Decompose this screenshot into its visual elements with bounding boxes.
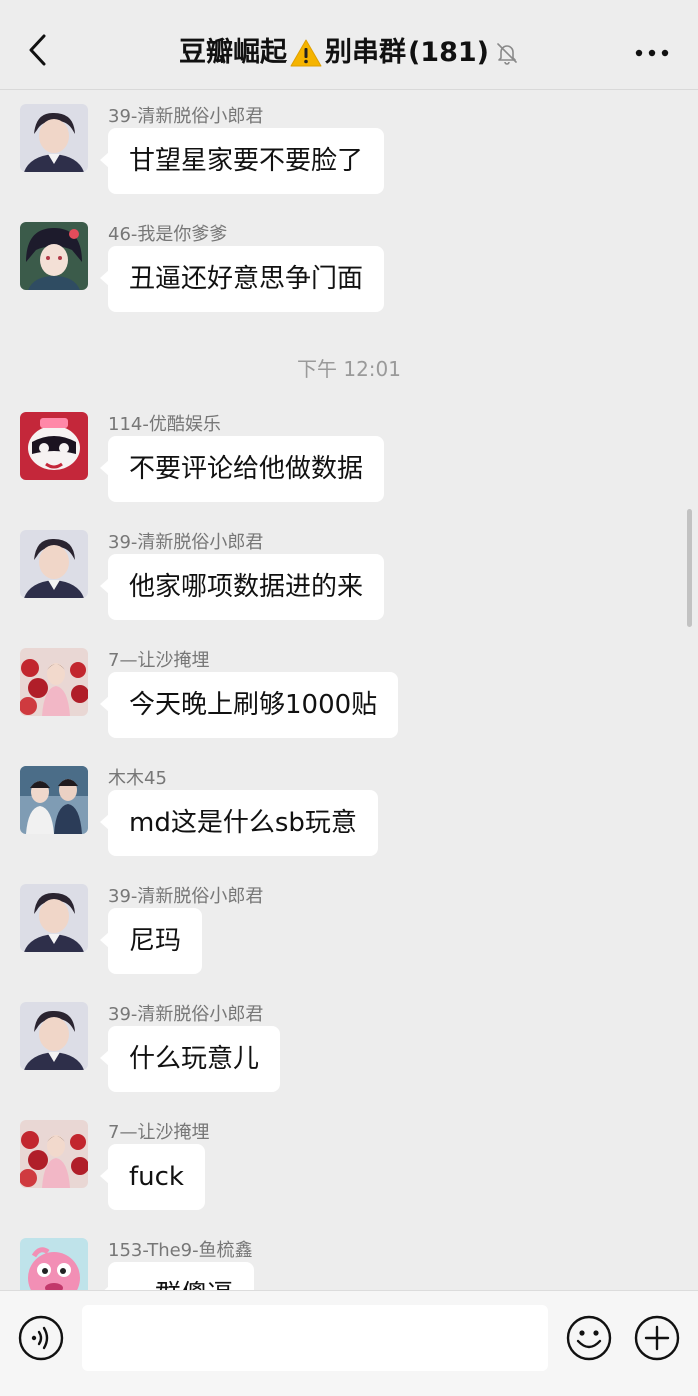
message-item: 39-清新脱俗小郎君 尼玛	[0, 874, 698, 974]
chat-message-list[interactable]: 39-清新脱俗小郎君 甘望星家要不要脸了 46-我是你爹爹 丑逼还好意思争门面 …	[0, 91, 698, 1290]
input-bar	[0, 1290, 698, 1396]
sender-name: 46-我是你爹爹	[108, 224, 228, 245]
message-item: 39-清新脱俗小郎君 甘望星家要不要脸了	[0, 94, 698, 194]
man-portrait-avatar[interactable]	[20, 104, 88, 172]
message-bubble[interactable]: 丑逼还好意思争门面	[99, 246, 385, 312]
message-bubble[interactable]: 不要评论给他做数据	[99, 436, 385, 502]
title-text-suffix: 别串群	[324, 37, 406, 68]
message-item: 7—让沙掩埋 fuck	[0, 1110, 698, 1210]
member-count: (181)	[407, 37, 490, 68]
sender-name: 39-清新脱俗小郎君	[108, 532, 264, 553]
more-dots-icon	[635, 49, 669, 57]
man-portrait-avatar[interactable]	[20, 884, 88, 952]
sender-name: 7—让沙掩埋	[108, 650, 210, 671]
chat-title: 豆瓣崛起 别串群 (181)	[0, 34, 698, 72]
pink-monster-avatar[interactable]	[20, 1238, 88, 1290]
message-bubble[interactable]: 一群傻逼	[99, 1262, 255, 1290]
message-item: 木木45 md这是什么sb玩意	[0, 756, 698, 856]
more-button[interactable]	[632, 38, 672, 68]
message-item: 46-我是你爹爹 丑逼还好意思争门面	[0, 212, 698, 312]
sender-name: 39-清新脱俗小郎君	[108, 886, 264, 907]
voice-icon	[18, 1315, 64, 1361]
message-input[interactable]	[82, 1305, 548, 1371]
message-item: 114-优酷娱乐 不要评论给他做数据	[0, 402, 698, 502]
plus-circle-icon	[634, 1315, 680, 1361]
message-bubble[interactable]: 今天晚上刷够1000贴	[99, 672, 399, 738]
sender-name: 7—让沙掩埋	[108, 1122, 210, 1143]
flowers-portrait-avatar[interactable]	[20, 1120, 88, 1188]
message-bubble[interactable]: 尼玛	[99, 908, 203, 974]
message-item: 39-清新脱俗小郎君 什么玩意儿	[0, 992, 698, 1092]
emoji-button[interactable]	[566, 1315, 612, 1361]
message-item: 39-清新脱俗小郎君 他家哪项数据进的来	[0, 520, 698, 620]
voice-button[interactable]	[18, 1315, 64, 1361]
man-portrait-avatar[interactable]	[20, 1002, 88, 1070]
message-bubble[interactable]: 甘望星家要不要脸了	[99, 128, 385, 194]
sender-name: 木木45	[108, 768, 167, 789]
message-bubble[interactable]: md这是什么sb玩意	[100, 790, 378, 856]
message-item: 153-The9-鱼梳鑫 一群傻逼	[0, 1228, 698, 1290]
message-item: 7—让沙掩埋 今天晚上刷够1000贴	[0, 638, 698, 738]
chat-header: 豆瓣崛起 别串群 (181)	[0, 0, 698, 90]
scrollbar[interactable]	[687, 509, 692, 627]
sender-name: 39-清新脱俗小郎君	[108, 106, 264, 127]
anime-character-avatar[interactable]	[20, 222, 88, 290]
message-timestamp: 下午 12:01	[297, 357, 401, 381]
plus-button[interactable]	[634, 1315, 680, 1361]
message-bubble[interactable]: 他家哪项数据进的来	[99, 554, 385, 620]
title-text: 豆瓣崛起	[178, 37, 287, 68]
message-bubble[interactable]: fuck	[100, 1144, 205, 1210]
cartoon-mask-avatar[interactable]	[20, 412, 88, 480]
two-people-avatar[interactable]	[20, 766, 88, 834]
emoji-smile-icon	[566, 1315, 612, 1361]
sender-name: 153-The9-鱼梳鑫	[108, 1240, 253, 1261]
bell-muted-icon	[497, 43, 517, 65]
flowers-portrait-avatar[interactable]	[20, 648, 88, 716]
message-bubble[interactable]: 什么玩意儿	[99, 1026, 281, 1092]
sender-name: 39-清新脱俗小郎君	[108, 1004, 264, 1025]
man-portrait-avatar[interactable]	[20, 530, 88, 598]
sender-name: 114-优酷娱乐	[108, 414, 221, 435]
warning-emoji-icon	[290, 39, 322, 67]
